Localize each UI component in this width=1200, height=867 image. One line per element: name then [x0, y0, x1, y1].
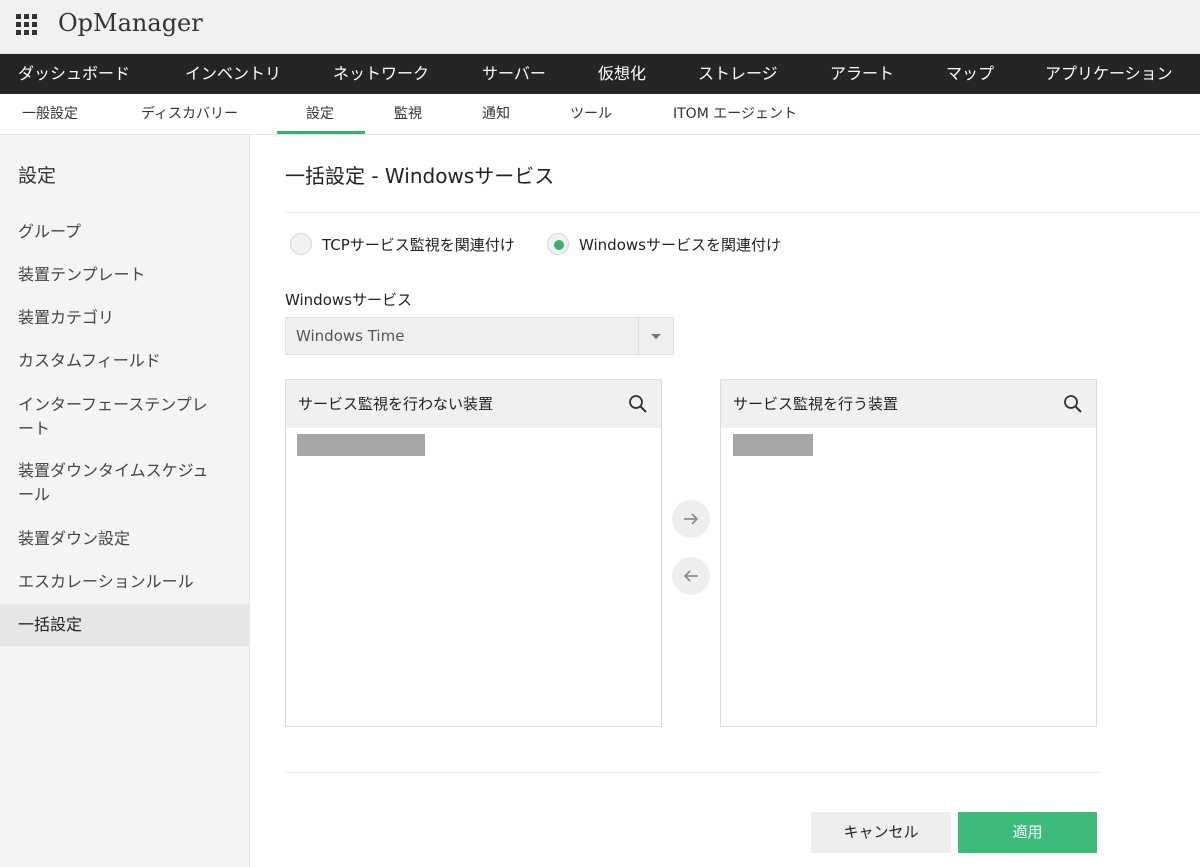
- list-header: サービス監視を行う装置: [721, 380, 1096, 428]
- page-title: 一括設定 - Windowsサービス: [285, 164, 555, 188]
- nav-dashboard[interactable]: ダッシュボード: [18, 54, 130, 94]
- monitored-devices-list[interactable]: サービス監視を行う装置: [720, 379, 1097, 727]
- sidebar-item-groups[interactable]: グループ: [0, 220, 249, 244]
- nav-storage[interactable]: ストレージ: [698, 54, 778, 94]
- nav-alerts[interactable]: アラート: [830, 54, 894, 94]
- list-header: サービス監視を行わない装置: [286, 380, 661, 428]
- list-title: サービス監視を行う装置: [733, 395, 899, 413]
- nav-applications[interactable]: アプリケーション: [1045, 54, 1173, 94]
- apply-button[interactable]: 適用: [958, 812, 1097, 853]
- sidebar-item-device-down-settings[interactable]: 装置ダウン設定: [0, 527, 249, 551]
- cancel-button[interactable]: キャンセル: [811, 812, 951, 853]
- tab-itom-agent[interactable]: ITOM エージェント: [673, 94, 797, 134]
- sidebar-item-device-templates[interactable]: 装置テンプレート: [0, 263, 249, 287]
- list-item-redacted[interactable]: [733, 434, 813, 456]
- radio-label: Windowsサービスを関連付け: [579, 235, 781, 254]
- unmonitored-devices-list[interactable]: サービス監視を行わない装置: [285, 379, 662, 727]
- sub-nav: 一般設定 ディスカバリー 設定 監視 通知 ツール ITOM エージェント: [0, 94, 1200, 135]
- nav-network[interactable]: ネットワーク: [333, 54, 429, 94]
- search-icon[interactable]: [627, 393, 649, 415]
- list-item-redacted[interactable]: [297, 434, 425, 456]
- sidebar-item-downtime-schedules[interactable]: 装置ダウンタイムスケジュ ール: [0, 459, 249, 507]
- grid-icon[interactable]: [16, 14, 38, 36]
- radio-button-checked[interactable]: [547, 233, 569, 255]
- sidebar-item-custom-fields[interactable]: カスタムフィールド: [0, 349, 249, 373]
- tab-discovery[interactable]: ディスカバリー: [141, 94, 238, 134]
- radio-button[interactable]: [290, 233, 312, 255]
- nav-inventory[interactable]: インベントリ: [185, 54, 281, 94]
- sidebar-item-device-categories[interactable]: 装置カテゴリ: [0, 306, 249, 330]
- select-separator: [638, 318, 639, 354]
- arrow-right-icon: [684, 513, 699, 525]
- nav-server[interactable]: サーバー: [482, 54, 546, 94]
- nav-virtualization[interactable]: 仮想化: [598, 54, 646, 94]
- radio-tcp-service[interactable]: TCPサービス監視を関連付け: [290, 231, 515, 257]
- title-bar: OpManager: [0, 0, 1200, 54]
- active-tab-indicator: [277, 131, 365, 134]
- tab-tools[interactable]: ツール: [570, 94, 612, 134]
- sidebar-item-bulk-settings[interactable]: 一括設定: [0, 604, 249, 646]
- sidebar-item-interface-templates[interactable]: インターフェーステンプレ ート: [0, 393, 249, 441]
- move-left-button[interactable]: [672, 557, 710, 595]
- sidebar-item-escalation-rules[interactable]: エスカレーションルール: [0, 570, 249, 594]
- divider: [285, 772, 1100, 773]
- nav-map[interactable]: マップ: [946, 54, 994, 94]
- select-value: Windows Time: [296, 327, 405, 345]
- arrow-left-icon: [683, 570, 698, 582]
- sidebar: 設定 グループ 装置テンプレート 装置カテゴリ カスタムフィールド インターフェ…: [0, 135, 250, 867]
- search-icon[interactable]: [1062, 393, 1084, 415]
- tab-monitoring[interactable]: 監視: [394, 94, 422, 134]
- tab-settings[interactable]: 設定: [306, 94, 334, 134]
- sidebar-title: 設定: [18, 165, 57, 187]
- windows-service-label: Windowsサービス: [285, 291, 412, 309]
- radio-label: TCPサービス監視を関連付け: [322, 235, 515, 254]
- windows-service-select[interactable]: Windows Time: [285, 317, 674, 355]
- chevron-down-icon[interactable]: [651, 334, 661, 339]
- main-nav: ダッシュボード インベントリ ネットワーク サーバー 仮想化 ストレージ アラー…: [0, 54, 1200, 94]
- tab-general-settings[interactable]: 一般設定: [22, 94, 78, 134]
- app-title: OpManager: [58, 9, 203, 37]
- tab-notifications[interactable]: 通知: [482, 94, 510, 134]
- divider: [285, 212, 1200, 213]
- move-right-button[interactable]: [672, 500, 710, 538]
- radio-windows-service[interactable]: Windowsサービスを関連付け: [547, 231, 781, 257]
- list-title: サービス監視を行わない装置: [298, 395, 494, 413]
